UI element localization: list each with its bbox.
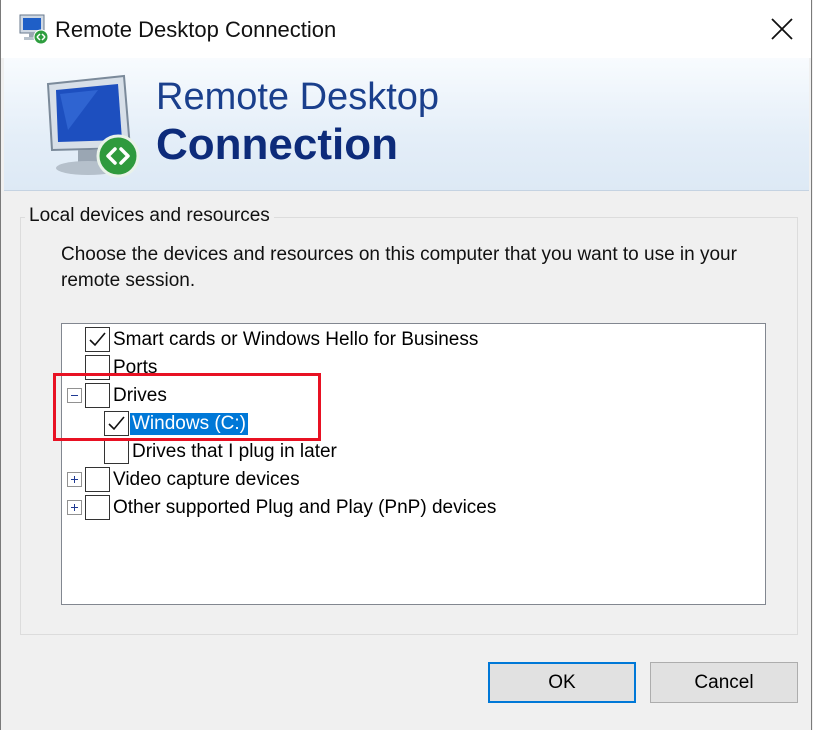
- tree-item-label: Other supported Plug and Play (PnP) devi…: [113, 497, 497, 518]
- smart-cards-checkbox[interactable]: [85, 327, 110, 352]
- ok-button[interactable]: OK: [488, 662, 636, 703]
- remote-desktop-icon: [19, 13, 49, 45]
- tree-item-label: Drives: [113, 385, 167, 406]
- header-banner: Remote Desktop Connection: [4, 58, 809, 191]
- close-button[interactable]: [753, 0, 811, 58]
- collapse-icon[interactable]: [67, 388, 82, 403]
- cancel-button[interactable]: Cancel: [650, 662, 798, 703]
- ports-checkbox[interactable]: [85, 355, 110, 380]
- tree-item-drives[interactable]: Drives: [62, 382, 762, 410]
- tree-item-label: Windows (C:): [128, 412, 250, 436]
- check-icon: [108, 416, 125, 431]
- tree-item-smart-cards[interactable]: Smart cards or Windows Hello for Busines…: [62, 326, 762, 354]
- drives-later-checkbox[interactable]: [104, 439, 129, 464]
- tree-item-pnp-devices[interactable]: Other supported Plug and Play (PnP) devi…: [62, 494, 762, 522]
- drives-checkbox[interactable]: [85, 383, 110, 408]
- banner-title-line2: Connection: [156, 120, 398, 169]
- video-capture-checkbox[interactable]: [85, 467, 110, 492]
- tree-item-label: Video capture devices: [113, 469, 300, 490]
- banner-title-line1: Remote Desktop: [156, 76, 440, 118]
- window-title: Remote Desktop Connection: [55, 17, 337, 42]
- remote-desktop-large-icon: [38, 70, 150, 182]
- tree-item-windows-c[interactable]: Windows (C:): [62, 410, 762, 438]
- group-label: Local devices and resources: [25, 205, 274, 227]
- tree-item-label: Drives that I plug in later: [132, 441, 337, 462]
- tree-item-ports[interactable]: Ports: [62, 354, 762, 382]
- tree-item-drives-later[interactable]: Drives that I plug in later: [62, 438, 762, 466]
- title-bar[interactable]: Remote Desktop Connection: [1, 0, 811, 58]
- instructions-text: Choose the devices and resources on this…: [61, 244, 737, 291]
- windows-c-checkbox[interactable]: [104, 411, 129, 436]
- dialog-window: Remote Desktop Connection Remote Desktop…: [0, 0, 812, 730]
- expand-icon[interactable]: [67, 472, 82, 487]
- expand-icon[interactable]: [67, 500, 82, 515]
- tree-item-video-capture[interactable]: Video capture devices: [62, 466, 762, 494]
- pnp-checkbox[interactable]: [85, 495, 110, 520]
- devices-tree[interactable]: Smart cards or Windows Hello for Busines…: [61, 323, 766, 605]
- check-icon: [89, 332, 106, 347]
- tree-item-label: Smart cards or Windows Hello for Busines…: [113, 329, 479, 350]
- tree-item-label: Ports: [113, 357, 158, 378]
- close-icon: [771, 18, 793, 40]
